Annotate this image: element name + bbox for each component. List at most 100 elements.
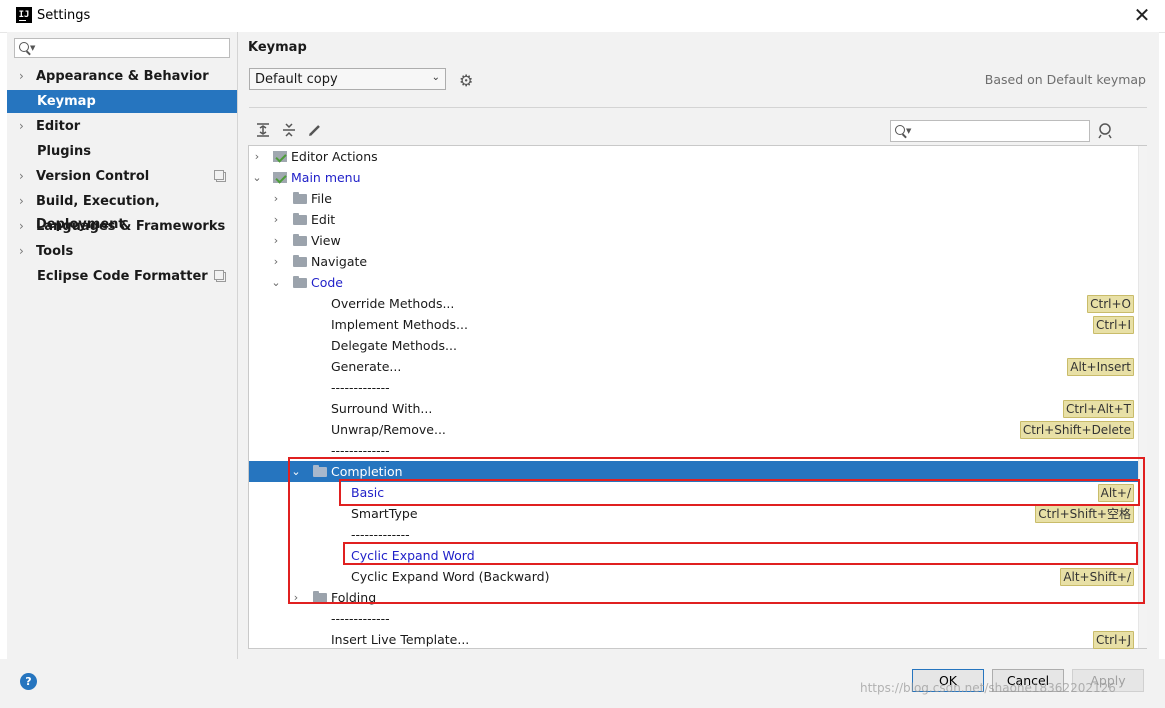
- chevron-right-icon: ›: [273, 192, 279, 205]
- chevron-right-icon: ›: [19, 69, 24, 83]
- editor-actions-icon: [273, 151, 287, 162]
- collapse-all-icon[interactable]: [281, 122, 297, 138]
- tree-row-completion[interactable]: ⌄ Completion: [249, 461, 1138, 482]
- tree-row-label: View: [311, 233, 341, 248]
- tree-row-insert-live-template[interactable]: Insert Live Template... Ctrl+J: [249, 629, 1138, 650]
- folder-icon: [313, 591, 327, 603]
- folder-icon: [293, 213, 307, 225]
- tree-row-label: Code: [311, 275, 344, 290]
- folder-icon: [293, 255, 307, 267]
- search-icon: [895, 125, 905, 135]
- tree-row-editor-actions[interactable]: › Editor Actions: [249, 146, 1138, 167]
- shortcut-badge: Alt+Shift+/: [1060, 568, 1134, 586]
- tree-row-label: Unwrap/Remove...: [331, 422, 446, 437]
- shortcut-badge: Ctrl+O: [1087, 295, 1134, 313]
- sidebar-item-appearance-behavior[interactable]: › Appearance & Behavior: [7, 65, 237, 88]
- tree-row-code[interactable]: ⌄ Code: [249, 272, 1138, 293]
- tree-row-view[interactable]: › View: [249, 230, 1138, 251]
- find-by-shortcut-icon[interactable]: [1097, 122, 1115, 140]
- sidebar-item-eclipse-code-formatter[interactable]: Eclipse Code Formatter: [7, 265, 237, 288]
- chevron-right-icon: ›: [273, 255, 279, 268]
- sidebar-item-label: Editor: [36, 119, 81, 134]
- tree-row-edit[interactable]: › Edit: [249, 209, 1138, 230]
- keymap-scheme-select[interactable]: Default copy ⌄: [249, 68, 446, 90]
- tree-row-label: Cyclic Expand Word (Backward): [351, 569, 550, 584]
- sidebar-item-keymap[interactable]: Keymap: [7, 90, 237, 113]
- tree-row-basic[interactable]: Basic Alt+/: [249, 482, 1138, 503]
- tree-row-smarttype[interactable]: SmartType Ctrl+Shift+空格: [249, 503, 1138, 524]
- tree-row-label: Basic: [351, 485, 385, 500]
- tree-row-separator: -------------: [249, 440, 1138, 461]
- chevron-right-icon: ›: [19, 169, 24, 183]
- folder-icon: [313, 465, 327, 477]
- close-window-button[interactable]: ✕: [1127, 2, 1157, 30]
- sidebar-item-build-execution-deployment[interactable]: › Build, Execution, Deployment: [7, 190, 237, 232]
- sidebar-item-languages-frameworks[interactable]: › Languages & Frameworks: [7, 215, 237, 238]
- sidebar-item-label: Keymap: [37, 94, 96, 109]
- gear-icon[interactable]: ⚙: [459, 71, 473, 90]
- tree-row-delegate-methods[interactable]: Delegate Methods...: [249, 335, 1138, 356]
- divider: [249, 107, 1147, 108]
- settings-search-input[interactable]: ▼: [14, 38, 230, 58]
- project-settings-icon: [214, 270, 226, 282]
- sidebar-item-label: Appearance & Behavior: [36, 69, 209, 84]
- page-title: Keymap: [248, 40, 307, 55]
- folder-icon: [293, 192, 307, 204]
- tree-scrollbar[interactable]: [1138, 146, 1147, 648]
- tree-row-label: Main menu: [291, 170, 361, 185]
- shortcut-badge: Ctrl+J: [1093, 631, 1134, 649]
- sidebar-item-label: Version Control: [36, 169, 150, 184]
- tree-row-label: Cyclic Expand Word: [351, 548, 475, 563]
- chevron-right-icon: ›: [19, 219, 24, 233]
- edit-pencil-icon[interactable]: [307, 122, 323, 138]
- main-menu-icon: [273, 172, 287, 183]
- tree-row-separator: -------------: [249, 608, 1138, 629]
- tree-row-cyclic-expand-word-backward[interactable]: Cyclic Expand Word (Backward) Alt+Shift+…: [249, 566, 1138, 587]
- tree-row-cyclic-expand-word[interactable]: Cyclic Expand Word: [249, 545, 1138, 566]
- chevron-right-icon: ›: [293, 591, 299, 604]
- keymap-scheme-value: Default copy: [255, 72, 338, 87]
- folder-icon: [293, 234, 307, 246]
- project-settings-icon: [214, 170, 226, 182]
- sidebar-item-plugins[interactable]: Plugins: [7, 140, 237, 163]
- shortcut-badge: Alt+Insert: [1067, 358, 1134, 376]
- tree-row-main-menu[interactable]: ⌄ Main menu: [249, 167, 1138, 188]
- tree-row-surround-with[interactable]: Surround With... Ctrl+Alt+T: [249, 398, 1138, 419]
- shortcut-badge: Ctrl+Shift+Delete: [1019, 421, 1134, 439]
- chevron-down-icon: ⌄: [252, 171, 262, 184]
- tree-row-file[interactable]: › File: [249, 188, 1138, 209]
- tree-row-label: Editor Actions: [291, 149, 378, 164]
- chevron-right-icon: ›: [254, 150, 260, 163]
- tree-row-generate[interactable]: Generate... Alt+Insert: [249, 356, 1138, 377]
- chevron-right-icon: ›: [19, 119, 24, 133]
- tree-row-label: File: [311, 191, 332, 206]
- tree-row-label: SmartType: [351, 506, 418, 521]
- tree-row-override-methods[interactable]: Override Methods... Ctrl+O: [249, 293, 1138, 314]
- sidebar-item-tools[interactable]: › Tools: [7, 240, 237, 263]
- tree-row-label: Generate...: [331, 359, 402, 374]
- background-window-edge: [0, 40, 7, 60]
- tree-row-separator: -------------: [249, 524, 1138, 545]
- help-icon[interactable]: ?: [20, 673, 37, 690]
- based-on-label: Based on Default keymap: [984, 72, 1146, 87]
- shortcut-badge: Ctrl+Shift+空格: [1035, 505, 1134, 523]
- tree-row-unwrap-remove[interactable]: Unwrap/Remove... Ctrl+Shift+Delete: [249, 419, 1138, 440]
- sidebar-item-version-control[interactable]: › Version Control: [7, 165, 237, 188]
- search-history-caret-icon: ▼: [906, 127, 912, 135]
- chevron-down-icon: ⌄: [271, 276, 281, 289]
- tree-row-navigate[interactable]: › Navigate: [249, 251, 1138, 272]
- tree-row-label: Folding: [331, 590, 377, 605]
- tree-row-folding[interactable]: › Folding: [249, 587, 1138, 608]
- tree-row-label: Edit: [311, 212, 336, 227]
- action-search-input[interactable]: ▼: [890, 120, 1090, 142]
- sidebar-item-label: Tools: [36, 244, 74, 259]
- tree-row-label: -------------: [331, 443, 390, 458]
- tree-row-label: Surround With...: [331, 401, 433, 416]
- tree-row-label: -------------: [331, 611, 390, 626]
- tree-row-label: Delegate Methods...: [331, 338, 457, 353]
- tree-row-separator: -------------: [249, 377, 1138, 398]
- shortcut-badge: Ctrl+Alt+T: [1062, 400, 1134, 418]
- expand-all-icon[interactable]: [255, 122, 271, 138]
- tree-row-implement-methods[interactable]: Implement Methods... Ctrl+I: [249, 314, 1138, 335]
- sidebar-item-editor[interactable]: › Editor: [7, 115, 237, 138]
